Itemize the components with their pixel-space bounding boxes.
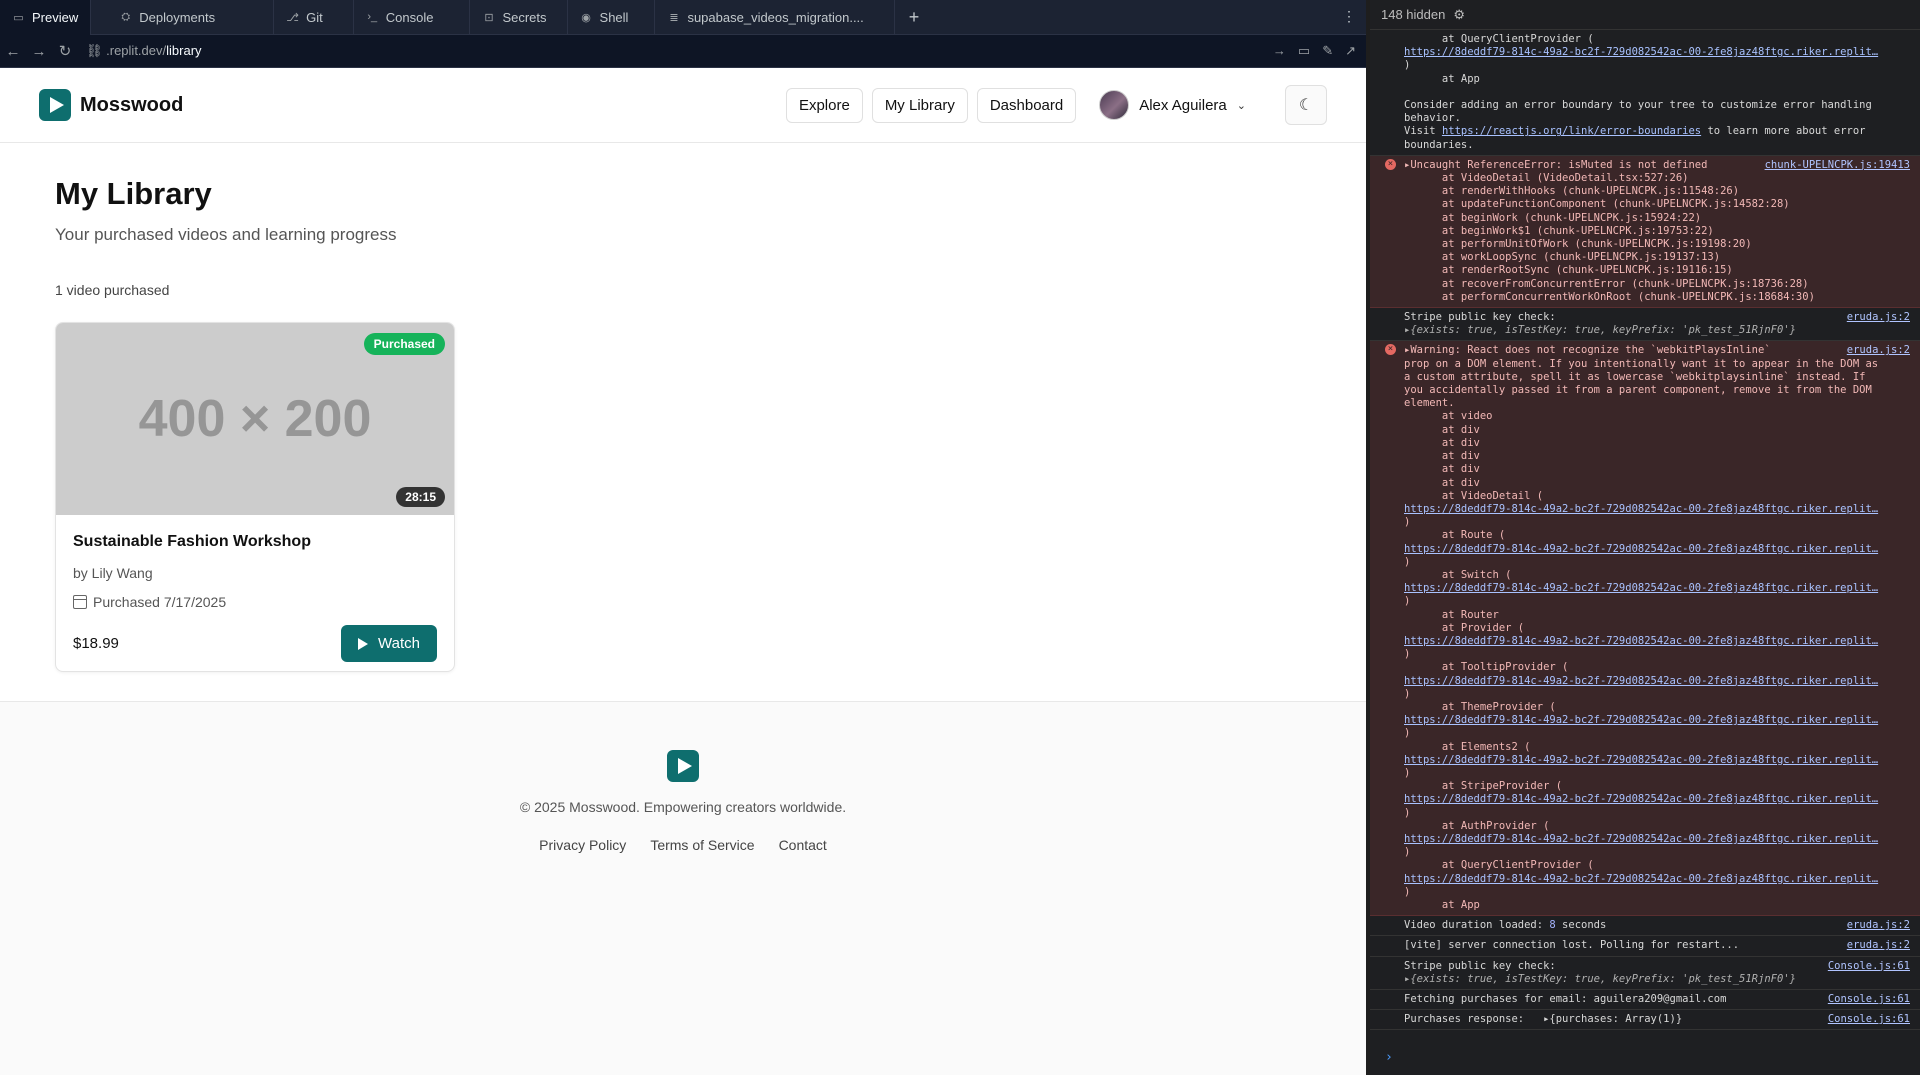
tab-shell[interactable]: ◉ Shell bbox=[568, 0, 656, 35]
tab-deployments[interactable]: ⛭ Deployments bbox=[91, 0, 275, 35]
page-subtitle: Your purchased videos and learning progr… bbox=[55, 225, 397, 244]
calendar-icon bbox=[73, 595, 87, 609]
footer-logo-icon bbox=[667, 750, 699, 782]
back-icon[interactable]: ← bbox=[0, 43, 26, 60]
more-options-icon[interactable]: ⋮ bbox=[1342, 8, 1356, 25]
nav-dashboard-button[interactable]: Dashboard bbox=[976, 87, 1077, 123]
hidden-count: 148 hidden bbox=[1381, 7, 1446, 22]
deployments-icon: ⛭ bbox=[121, 10, 131, 23]
console-entry: Video duration loaded: 8 seconds eruda.js… bbox=[1370, 916, 1920, 937]
object-preview[interactable]: ▸{exists: true, isTestKey: true, keyPref… bbox=[1404, 973, 1796, 985]
object-preview[interactable]: ▸{exists: true, isTestKey: true, keyPref… bbox=[1404, 324, 1796, 336]
source-link[interactable]: eruda.js:2 bbox=[1847, 311, 1910, 324]
main-content: My Library Your purchased videos and lea… bbox=[0, 176, 1366, 672]
tab-supabase-migration[interactable]: ≣ supabase_videos_migration.... bbox=[655, 0, 895, 35]
devtools-icon[interactable]: ✎ bbox=[1322, 43, 1333, 59]
console-entry: Purchases response: ▸{purchases: Array(1… bbox=[1370, 1010, 1920, 1031]
reload-icon[interactable]: ↻ bbox=[52, 42, 78, 60]
play-logo-icon bbox=[39, 89, 71, 121]
footer-copyright: © 2025 Mosswood. Empowering creators wor… bbox=[519, 799, 847, 815]
moon-icon: ☾ bbox=[1298, 97, 1314, 114]
console-error-entry[interactable]: × ▸Uncaught ReferenceError: isMuted is no… bbox=[1370, 155, 1920, 309]
url-field[interactable]: ⛓ .replit.dev/library bbox=[86, 43, 1273, 59]
database-icon: ≣ bbox=[669, 11, 679, 24]
source-link[interactable]: eruda.js:2 bbox=[1847, 939, 1910, 952]
source-link[interactable]: Console.js:61 bbox=[1828, 993, 1910, 1006]
console-prompt-icon[interactable]: › bbox=[1385, 1050, 1393, 1065]
ide-tab-bar: ▭ Preview ⛭ Deployments ⎇ Git ›_ Console ⊡ Se… bbox=[0, 0, 1366, 35]
lock-icon: ⊡ bbox=[484, 11, 494, 24]
duration-badge: 28:15 bbox=[396, 487, 445, 507]
link-icon: ⛓ bbox=[86, 43, 103, 58]
brand-name: Mosswood bbox=[80, 93, 184, 116]
error-boundaries-link[interactable]: https://reactjs.org/link/error-boundarie… bbox=[1442, 125, 1701, 137]
purchase-date: Purchased 7/17/2025 bbox=[73, 594, 437, 610]
avatar bbox=[1099, 90, 1130, 120]
console-icon: ›_ bbox=[367, 11, 378, 23]
console-entry: at QueryClientProvider ( https://8deddf7… bbox=[1370, 30, 1920, 156]
video-author: by Lily Wang bbox=[73, 565, 153, 581]
play-icon bbox=[358, 637, 369, 650]
video-price: $18.99 bbox=[73, 635, 119, 652]
gear-icon[interactable]: ⚙ bbox=[1453, 7, 1465, 23]
url-bar: ← → ↻ ⛓ .replit.dev/library → ▭ ✎ ↗ bbox=[0, 35, 1366, 68]
user-menu[interactable]: Alex Aguilera ⌄ bbox=[1099, 90, 1246, 120]
site-header: Mosswood Explore My Library Dashboard Al… bbox=[0, 68, 1366, 143]
tab-console[interactable]: ›_ Console bbox=[354, 0, 471, 35]
privacy-policy-link[interactable]: Privacy Policy bbox=[539, 837, 626, 853]
console-entry: [vite] server connection lost. Polling f… bbox=[1370, 936, 1920, 957]
contact-link[interactable]: Contact bbox=[779, 837, 827, 853]
user-name: Alex Aguilera bbox=[1139, 96, 1227, 114]
terms-link[interactable]: Terms of Service bbox=[650, 837, 754, 853]
video-title: Sustainable Fashion Workshop bbox=[73, 533, 311, 550]
stack-link[interactable]: https://8deddf79-814c-49a2-bc2f-729d0825… bbox=[1404, 46, 1878, 58]
app-viewport: Mosswood Explore My Library Dashboard Al… bbox=[0, 68, 1366, 1075]
shell-icon: ◉ bbox=[581, 11, 591, 24]
theme-toggle-button[interactable]: ☾ bbox=[1285, 85, 1327, 125]
devices-icon[interactable]: ▭ bbox=[1298, 43, 1310, 59]
nav-my-library-button[interactable]: My Library bbox=[871, 87, 968, 123]
source-link[interactable]: chunk-UPELNCPK.js:19413 bbox=[1765, 159, 1910, 172]
tab-git[interactable]: ⎇ Git bbox=[274, 0, 354, 35]
console-entry: Fetching purchases for email: aguilera20… bbox=[1370, 990, 1920, 1011]
brand-logo[interactable]: Mosswood bbox=[39, 89, 183, 121]
purchase-count: 1 video purchased bbox=[55, 282, 170, 298]
devtools-console: 148 hidden ⚙ at QueryClientProvider ( htt… bbox=[1370, 0, 1920, 1075]
source-link[interactable]: Console.js:61 bbox=[1828, 960, 1910, 973]
forward-icon[interactable]: → bbox=[26, 43, 52, 60]
thumbnail-placeholder-text: 400 × 200 bbox=[138, 390, 372, 448]
preview-icon: ▭ bbox=[13, 11, 24, 24]
error-icon: × bbox=[1385, 344, 1396, 356]
watch-button[interactable]: Watch bbox=[341, 625, 437, 662]
source-link[interactable]: Console.js:61 bbox=[1828, 1013, 1910, 1026]
console-entry: Stripe public key check: ▸{exists: true,… bbox=[1370, 957, 1920, 991]
console-warning-entry[interactable]: × ▸Warning: React does not recognize the … bbox=[1370, 341, 1920, 917]
go-arrow-icon[interactable]: → bbox=[1273, 43, 1286, 59]
console-entry: Stripe public key check: ▸{exists: true,… bbox=[1370, 308, 1920, 342]
purchased-badge: Purchased bbox=[363, 333, 445, 355]
tab-secrets[interactable]: ⊡ Secrets bbox=[470, 0, 568, 35]
video-thumbnail[interactable]: 400 × 200 Purchased 28:15 bbox=[56, 323, 454, 515]
new-tab-button[interactable]: + bbox=[895, 7, 934, 28]
chevron-down-icon: ⌄ bbox=[1236, 99, 1246, 112]
open-external-icon[interactable]: ↗ bbox=[1345, 43, 1356, 59]
source-link[interactable]: eruda.js:2 bbox=[1847, 344, 1910, 357]
nav-explore-button[interactable]: Explore bbox=[785, 87, 863, 123]
site-footer: © 2025 Mosswood. Empowering creators wor… bbox=[0, 701, 1366, 1075]
source-link[interactable]: eruda.js:2 bbox=[1847, 919, 1910, 932]
git-icon: ⎇ bbox=[286, 11, 299, 24]
page-title: My Library bbox=[55, 176, 212, 211]
error-icon: × bbox=[1385, 158, 1396, 170]
tab-preview[interactable]: ▭ Preview bbox=[0, 0, 92, 35]
video-card[interactable]: 400 × 200 Purchased 28:15 Sustainable Fa… bbox=[55, 322, 455, 672]
